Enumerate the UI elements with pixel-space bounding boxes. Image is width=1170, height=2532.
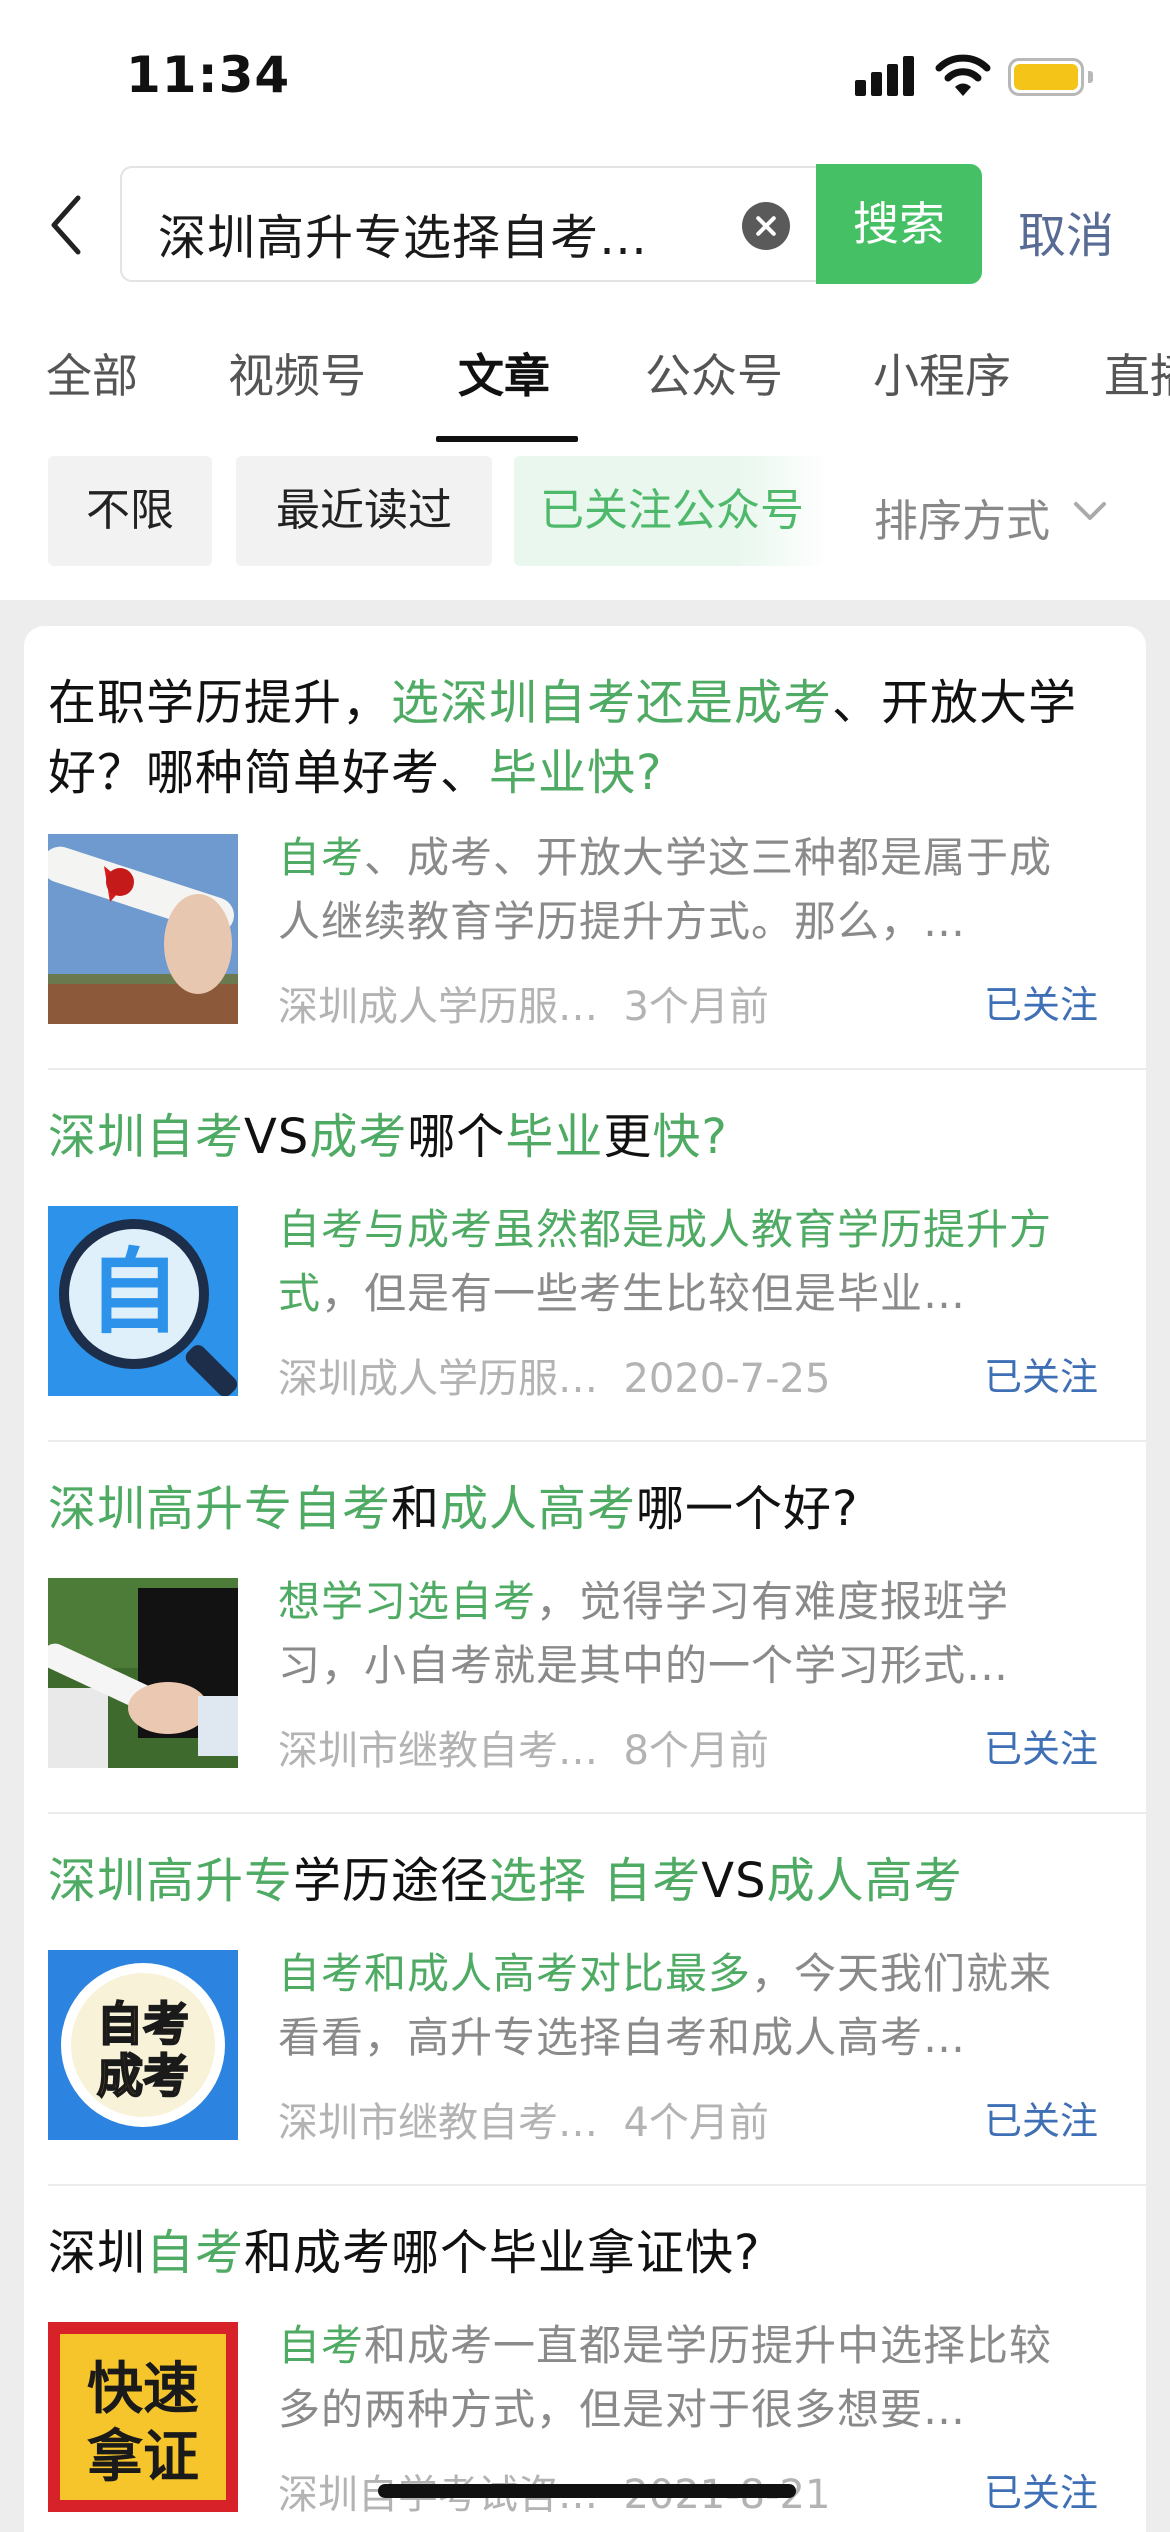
svg-text:自: 自	[88, 1239, 180, 1346]
result-title: 深圳自考和成考哪个毕业拿证快?	[48, 2225, 761, 2281]
wifi-icon	[935, 54, 991, 96]
followed-badge[interactable]: 已关注	[984, 1346, 1098, 1401]
result-item[interactable]: 在职学历提升，选深圳自考还是成考、开放大学好？哪种简单好考、毕业快? 自考、成考…	[48, 668, 1098, 1030]
filter-chip-any[interactable]: 不限	[48, 456, 212, 566]
status-time: 11:34	[126, 46, 291, 104]
result-thumbnail	[48, 834, 238, 1024]
result-title: 深圳高升专自考和成人高考哪一个好?	[48, 1481, 859, 1537]
result-source: 深圳成人学历服… 3个月前	[278, 984, 769, 1030]
diploma-photo-icon	[48, 834, 238, 1024]
chevron-down-icon[interactable]	[1072, 496, 1108, 526]
result-item[interactable]: 深圳高升专学历途径选择 自考VS成人高考 自考 成考 自考和成人高考对比最多，今…	[48, 1846, 1098, 2186]
followed-badge[interactable]: 已关注	[984, 2090, 1098, 2145]
result-title: 在职学历提升，选深圳自考还是成考、开放大学好？哪种简单好考、毕业快?	[48, 675, 1078, 801]
kuaisu-nazheng-badge-icon: 快速 拿证	[48, 2322, 238, 2512]
divider	[48, 1812, 1146, 1814]
filter-chip-recently-read[interactable]: 最近读过	[236, 456, 492, 566]
divider	[48, 2184, 1146, 2186]
result-snippet: 自考和成人高考对比最多，今天我们就来看看，高升专选择自考和成人高考…	[278, 1949, 1053, 2062]
magnifier-zi-icon: 自	[48, 1206, 238, 1396]
active-tab-indicator	[436, 436, 578, 442]
clear-icon[interactable]	[742, 202, 790, 250]
sort-dropdown[interactable]: 排序方式	[874, 485, 1050, 549]
back-chevron-icon[interactable]	[44, 190, 88, 260]
result-source: 深圳市继教自考… 8个月前	[278, 1728, 769, 1774]
filter-chip-followed-accounts[interactable]: 已关注公众号	[514, 456, 830, 566]
svg-text:快速: 快速	[87, 2357, 199, 2422]
followed-badge[interactable]: 已关注	[984, 974, 1098, 1029]
svg-text:成考: 成考	[97, 2049, 189, 2103]
tab-official-accounts[interactable]: 公众号	[645, 340, 783, 406]
result-thumbnail: 快速 拿证	[48, 2322, 238, 2512]
result-snippet: 自考和成考一直都是学历提升中选择比较多的两种方式，但是对于很多想要…	[278, 2321, 1053, 2434]
followed-badge[interactable]: 已关注	[984, 2462, 1098, 2517]
followed-badge[interactable]: 已关注	[984, 1718, 1098, 1773]
result-thumbnail: 自考 成考	[48, 1950, 238, 2140]
result-item[interactable]: 深圳自考VS成考哪个毕业更快? 自 自考与成考虽然都是成人教育学历提升方式，但是…	[48, 1102, 1098, 1442]
svg-text:拿证: 拿证	[87, 2425, 199, 2490]
search-results-screen: 11:34 深圳高升专选择自考… 搜索 取消 全部 视频号 文章 公众号 小程序…	[0, 0, 1170, 2532]
tab-live[interactable]: 直播	[1104, 340, 1170, 406]
result-item[interactable]: 深圳高升专自考和成人高考哪一个好? 想学习选自考，觉得学习有难度报班学习，小自考…	[48, 1474, 1098, 1814]
zikao-chengkao-badge-icon: 自考 成考	[48, 1950, 238, 2140]
divider	[48, 1440, 1146, 1442]
result-source: 深圳成人学历服… 2020-7-25	[278, 1356, 831, 1402]
cellular-signal-icon	[855, 56, 915, 96]
result-snippet: 自考、成考、开放大学这三种都是属于成人继续教育学历提升方式。那么，…	[278, 833, 1053, 946]
result-snippet: 自考与成考虽然都是成人教育学历提升方式，但是有一些考生比较但是毕业…	[278, 1205, 1053, 1318]
search-query-text: 深圳高升专选择自考…	[158, 210, 649, 266]
tab-all[interactable]: 全部	[46, 340, 138, 406]
divider	[48, 1068, 1146, 1070]
result-source: 深圳市继教自考… 4个月前	[278, 2100, 769, 2146]
result-title: 深圳高升专学历途径选择 自考VS成人高考	[48, 1853, 963, 1909]
graduation-photo-icon	[48, 1578, 238, 1768]
result-snippet: 想学习选自考，觉得学习有难度报班学习，小自考就是其中的一个学习形式…	[278, 1577, 1010, 1690]
tab-channels[interactable]: 视频号	[228, 340, 366, 406]
result-thumbnail	[48, 1578, 238, 1768]
cancel-button[interactable]: 取消	[1018, 196, 1114, 266]
result-thumbnail: 自	[48, 1206, 238, 1396]
result-title: 深圳自考VS成考哪个毕业更快?	[48, 1109, 728, 1165]
home-indicator[interactable]	[378, 2484, 796, 2498]
svg-text:自考: 自考	[97, 1997, 189, 2051]
search-button[interactable]: 搜索	[816, 164, 982, 284]
battery-icon	[1008, 58, 1093, 96]
tab-mini-programs[interactable]: 小程序	[873, 340, 1011, 406]
tab-articles[interactable]: 文章	[458, 340, 550, 406]
